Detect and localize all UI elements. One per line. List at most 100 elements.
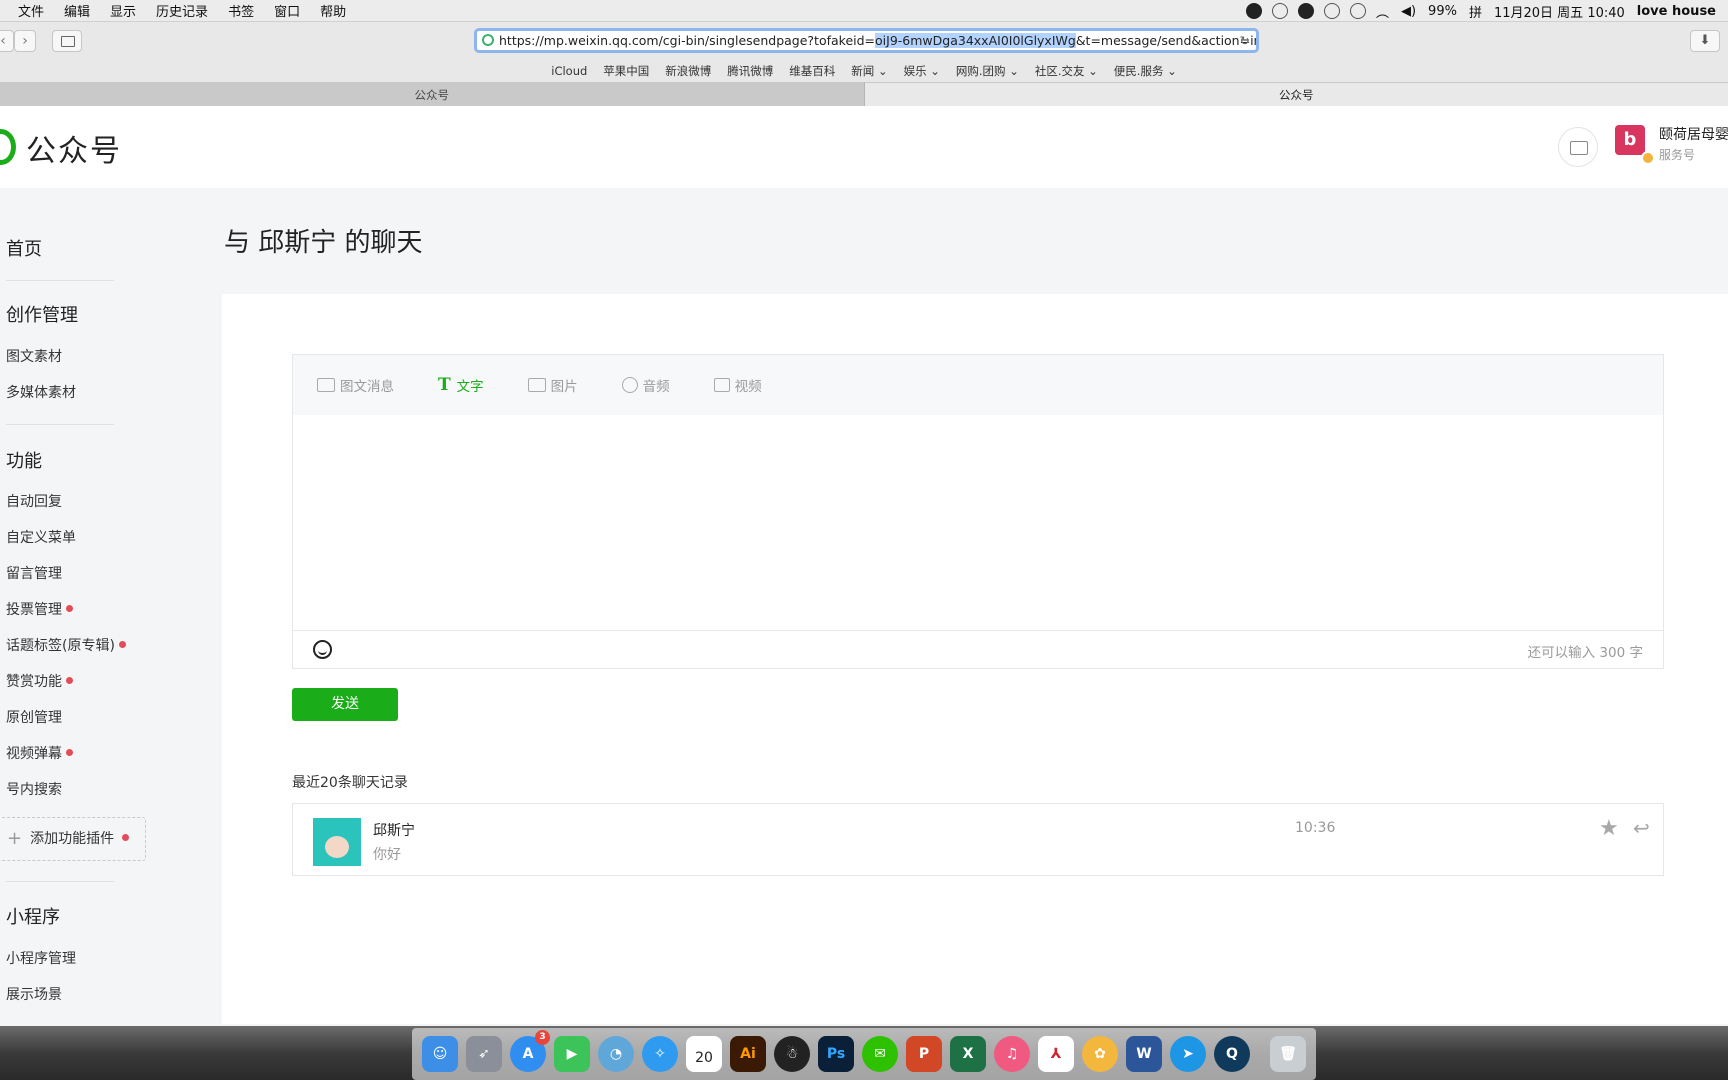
menu-file[interactable]: 文件	[18, 1, 44, 20]
powerpoint-icon[interactable]: P	[906, 1036, 942, 1072]
add-plugin-label: 添加功能插件	[30, 831, 115, 847]
brand-title[interactable]: 公众号	[26, 126, 122, 170]
bookmark-shopping[interactable]: 网购.团购 ⌄	[956, 63, 1019, 79]
user-label[interactable]: love house	[1637, 4, 1716, 19]
bookmark-social[interactable]: 社区.交友 ⌄	[1035, 63, 1098, 79]
dock: ☺ ➶ A3 ▶ ◔ ✧ 20 Ai ☃ Ps ✉ P X ♫ ⅄ ✿ W ➤ …	[412, 1028, 1316, 1080]
bookmark-wikipedia[interactable]: 维基百科	[789, 63, 835, 79]
tab-video[interactable]: 视频	[713, 375, 762, 395]
secure-site-icon	[482, 34, 494, 46]
text-icon: T	[438, 375, 451, 395]
finder-icon[interactable]: ☺	[422, 1036, 458, 1072]
sidebar-item-media[interactable]: 多媒体素材	[6, 382, 76, 402]
qq-icon[interactable]: ☃	[774, 1036, 810, 1072]
menu-view[interactable]: 显示	[110, 1, 136, 20]
back-button[interactable]: ‹	[0, 30, 14, 52]
status-app-icon[interactable]	[1245, 3, 1262, 19]
feishu-icon[interactable]: ➤	[1170, 1036, 1206, 1072]
bookmark-tencent-weibo[interactable]: 腾讯微博	[727, 63, 773, 79]
tab-article-message[interactable]: 图文消息	[317, 375, 394, 395]
quicktime-icon[interactable]: Q	[1214, 1036, 1250, 1072]
avatar[interactable]	[313, 818, 361, 866]
message-time: 10:36	[1295, 820, 1336, 836]
input-method-icon[interactable]: 拼	[1469, 2, 1482, 21]
menu-help[interactable]: 帮助	[320, 1, 346, 20]
browser-tab-1[interactable]: 公众号	[0, 82, 864, 106]
tab-image[interactable]: 图片	[527, 375, 578, 395]
bookmarks-bar: iCloud 苹果中国 新浪微博 腾讯微博 维基百科 新闻 ⌄ 娱乐 ⌄ 网购.…	[0, 60, 1728, 82]
menu-bookmarks[interactable]: 书签	[228, 1, 254, 20]
star-icon[interactable]: ★	[1599, 816, 1619, 841]
message-textarea[interactable]	[293, 415, 1663, 631]
sidebar-item-mini-manage[interactable]: 小程序管理	[6, 948, 76, 968]
bookmark-news[interactable]: 新闻 ⌄	[851, 63, 887, 79]
tab-audio[interactable]: 音频	[621, 375, 670, 395]
new-dot-icon	[66, 677, 73, 684]
word-icon[interactable]: W	[1126, 1036, 1162, 1072]
calendar-icon[interactable]: 20	[686, 1036, 722, 1072]
browser-tab-2[interactable]: 公众号	[863, 82, 1728, 106]
battery-label[interactable]: 99%	[1428, 4, 1457, 19]
wifi-icon[interactable]: ︵	[1376, 2, 1389, 21]
sidebar-item-search[interactable]: 号内搜索	[6, 779, 62, 799]
clock-label[interactable]: 11月20日 周五 10:40	[1494, 2, 1625, 21]
reload-icon[interactable]: ↻	[1240, 31, 1250, 50]
photoshop-icon[interactable]: Ps	[818, 1036, 854, 1072]
sidebar-item-comments[interactable]: 留言管理	[6, 563, 62, 583]
record-icon[interactable]	[1271, 3, 1288, 19]
emoji-icon[interactable]	[313, 640, 332, 659]
photos-icon[interactable]: ✿	[1082, 1036, 1118, 1072]
message-editor: 图文消息 T 文字 图片 音频 视频 还可以输入 300 字	[292, 354, 1664, 669]
bookmark-icloud[interactable]: iCloud	[551, 64, 587, 78]
sidebar-item-danmaku[interactable]: 视频弹幕	[6, 743, 73, 763]
sidebar-item-label: 赞赏功能	[6, 674, 62, 690]
menu-window[interactable]: 窗口	[274, 1, 300, 20]
sidebar-item-home[interactable]: 首页	[6, 235, 42, 261]
qq-browser-icon[interactable]: ◔	[598, 1036, 634, 1072]
image-icon	[527, 378, 546, 392]
sidebar-item-rewards[interactable]: 赞赏功能	[6, 671, 73, 691]
tab-text[interactable]: T 文字	[438, 375, 484, 395]
sidebar-item-topics[interactable]: 话题标签(原专辑)	[6, 635, 126, 655]
sidebar-item-votes[interactable]: 投票管理	[6, 599, 73, 619]
sidebar-item-original[interactable]: 原创管理	[6, 707, 62, 727]
sidebar-item-auto-reply[interactable]: 自动回复	[6, 491, 62, 511]
browser-tabs: 公众号 公众号	[0, 82, 1728, 106]
launchpad-icon[interactable]: ➶	[466, 1036, 502, 1072]
trash-icon[interactable]: 🗑	[1270, 1036, 1306, 1072]
timemachine-icon[interactable]	[1349, 3, 1366, 19]
bookmark-services[interactable]: 便民.服务 ⌄	[1114, 63, 1177, 79]
cloud-status-icon[interactable]	[1323, 3, 1340, 19]
music-icon[interactable]: ♫	[994, 1036, 1030, 1072]
downloads-icon[interactable]: ⬇	[1690, 30, 1720, 52]
mail-icon[interactable]	[1558, 127, 1598, 167]
account-avatar[interactable]: b	[1615, 125, 1655, 165]
safari-icon[interactable]: ✧	[642, 1036, 678, 1072]
bookmark-apple-cn[interactable]: 苹果中国	[603, 63, 649, 79]
menu-history[interactable]: 历史记录	[156, 1, 208, 20]
acrobat-icon[interactable]: ⅄	[1038, 1036, 1074, 1072]
message-sender[interactable]: 邱斯宁	[373, 820, 415, 840]
sidebar-item-articles[interactable]: 图文素材	[6, 346, 62, 366]
send-button[interactable]: 发送	[292, 688, 398, 721]
address-bar[interactable]: https://mp.weixin.qq.com/cgi-bin/singles…	[474, 28, 1259, 53]
add-plugin-button[interactable]: + 添加功能插件	[0, 817, 146, 861]
wechat-icon[interactable]: ✉	[862, 1036, 898, 1072]
appstore-icon[interactable]: A3	[510, 1030, 550, 1072]
illustrator-icon[interactable]: Ai	[730, 1036, 766, 1072]
forward-button[interactable]: ›	[14, 30, 36, 52]
sidebar-item-scenes[interactable]: 展示场景	[6, 984, 62, 1004]
tab-label: 图片	[550, 379, 578, 395]
sidebar-toggle-icon[interactable]	[52, 30, 82, 52]
bookmark-entertainment[interactable]: 娱乐 ⌄	[904, 63, 940, 79]
facetime-icon[interactable]: ▶	[554, 1036, 590, 1072]
sidebar-item-custom-menu[interactable]: 自定义菜单	[6, 527, 76, 547]
menu-edit[interactable]: 编辑	[64, 1, 90, 20]
bookmark-sina-weibo[interactable]: 新浪微博	[665, 63, 711, 79]
reply-icon[interactable]: ↩	[1633, 816, 1650, 840]
page-title: 与 邱斯宁 的聊天	[224, 228, 423, 258]
volume-icon[interactable]: ◀)	[1401, 4, 1416, 19]
wechat-status-icon[interactable]	[1297, 3, 1314, 19]
excel-icon[interactable]: X	[950, 1036, 986, 1072]
account-name[interactable]: 颐荷居母婴	[1659, 124, 1728, 144]
